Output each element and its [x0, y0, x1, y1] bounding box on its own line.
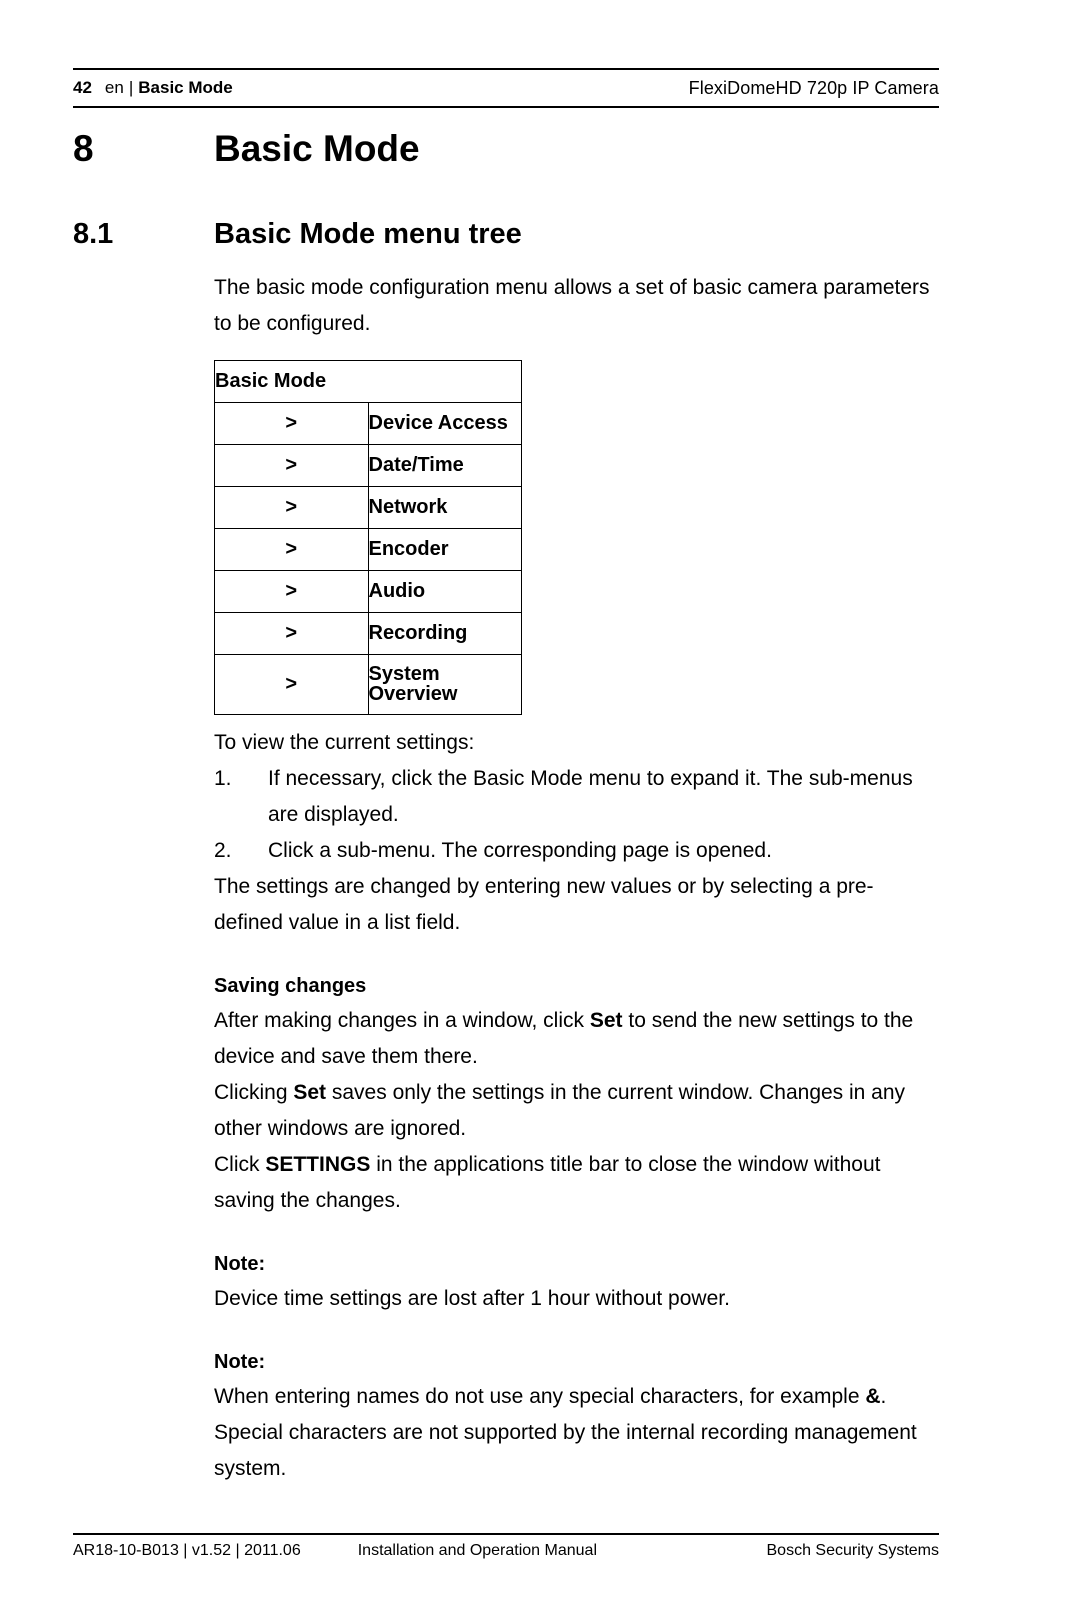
table-row[interactable]: > Date/Time: [214, 444, 522, 487]
table-row[interactable]: > Recording: [214, 612, 522, 655]
footer-company-name: Bosch Security Systems: [766, 1542, 940, 1559]
chevron-right-icon: >: [214, 402, 369, 445]
text-fragment: Clicking: [214, 1081, 294, 1104]
text-fragment: After making changes in a window, click: [214, 1009, 590, 1032]
table-row-header: Basic Mode: [214, 360, 522, 403]
step-number: 2.: [214, 839, 232, 862]
section-number: 8.1: [73, 218, 114, 250]
header-language: en: [104, 78, 124, 97]
table-row[interactable]: > Audio: [214, 570, 522, 613]
header-product-name: FlexiDomeHD 720p IP Camera: [688, 77, 939, 98]
footer-document-id: AR18-10-B013 | v1.52 | 2011.06: [73, 1542, 301, 1559]
step-text: If necessary, click the Basic Mode menu …: [268, 767, 913, 826]
note-body-2: When entering names do not use any speci…: [214, 1379, 939, 1487]
basic-mode-menu-tree-table: Basic Mode > Device Access > Date/Time >…: [214, 360, 522, 715]
menu-item-system-overview[interactable]: System Overview: [367, 654, 522, 715]
chevron-right-icon: >: [214, 486, 369, 529]
chevron-right-icon: >: [214, 570, 369, 613]
settings-button-reference: SETTINGS: [265, 1153, 371, 1176]
table-row[interactable]: > Device Access: [214, 402, 522, 445]
chevron-right-icon: >: [214, 528, 369, 571]
page-footer: AR18-10-B013 | v1.52 | 2011.06 Installat…: [73, 1533, 939, 1560]
saving-changes-paragraph-2: Clicking Set saves only the settings in …: [214, 1075, 939, 1147]
menu-item-date-time[interactable]: Date/Time: [367, 444, 522, 487]
text-fragment: Click: [214, 1153, 266, 1176]
menu-tree-body: Basic Mode > Device Access > Date/Time >…: [214, 360, 522, 715]
table-row[interactable]: > Encoder: [214, 528, 522, 571]
page-number: 42: [73, 78, 92, 97]
document-page: 42 en | Basic Mode FlexiDomeHD 720p IP C…: [73, 0, 939, 1618]
list-item: 2. Click a sub-menu. The corresponding p…: [214, 833, 939, 869]
header-separator: |: [128, 78, 134, 97]
note-heading-2: Note:: [214, 1351, 266, 1373]
procedure-lead-in: To view the current settings:: [214, 731, 475, 754]
text-fragment: When entering names do not use any speci…: [214, 1385, 866, 1408]
section-heading: 8.1 Basic Mode menu tree: [73, 218, 939, 251]
menu-item-device-access[interactable]: Device Access: [367, 402, 522, 445]
list-item: 1. If necessary, click the Basic Mode me…: [214, 761, 939, 833]
step-number: 1.: [214, 767, 232, 790]
table-row[interactable]: > System Overview: [214, 654, 522, 715]
procedure-step-list: 1. If necessary, click the Basic Mode me…: [214, 761, 939, 869]
set-button-reference: Set: [589, 1009, 623, 1032]
footer-manual-title: Installation and Operation Manual: [357, 1542, 597, 1559]
chapter-number: 8: [73, 128, 94, 169]
saving-changes-heading: Saving changes: [214, 975, 367, 997]
menu-item-audio[interactable]: Audio: [367, 570, 522, 613]
section-title: Basic Mode menu tree: [214, 218, 522, 250]
header-section-title: Basic Mode: [138, 78, 233, 97]
page-header: 42 en | Basic Mode FlexiDomeHD 720p IP C…: [73, 68, 939, 108]
chevron-right-icon: >: [214, 444, 369, 487]
saving-changes-paragraph-1: After making changes in a window, click …: [214, 1003, 939, 1075]
procedure-closing-paragraph: The settings are changed by entering new…: [214, 875, 874, 934]
set-button-reference: Set: [293, 1081, 327, 1104]
chapter-title: Basic Mode: [214, 128, 420, 169]
note-heading-1: Note:: [214, 1253, 266, 1275]
header-left-group: 42 en | Basic Mode: [73, 78, 233, 98]
menu-item-recording[interactable]: Recording: [367, 612, 522, 655]
chevron-right-icon: >: [214, 612, 369, 655]
menu-tree-title: Basic Mode: [214, 360, 522, 403]
chevron-right-icon: >: [214, 654, 369, 715]
table-row[interactable]: > Network: [214, 486, 522, 529]
chapter-heading: 8 Basic Mode: [73, 128, 939, 170]
saving-changes-paragraph-3: Click SETTINGS in the applications title…: [214, 1147, 939, 1219]
intro-paragraph: The basic mode configuration menu allows…: [214, 276, 930, 335]
step-text: Click a sub-menu. The corresponding page…: [268, 839, 772, 862]
content-column: The basic mode configuration menu allows…: [214, 270, 939, 1487]
menu-item-encoder[interactable]: Encoder: [367, 528, 522, 571]
ampersand-character-reference: &: [865, 1385, 881, 1408]
menu-item-network[interactable]: Network: [367, 486, 522, 529]
note-body-1: Device time settings are lost after 1 ho…: [214, 1287, 730, 1310]
